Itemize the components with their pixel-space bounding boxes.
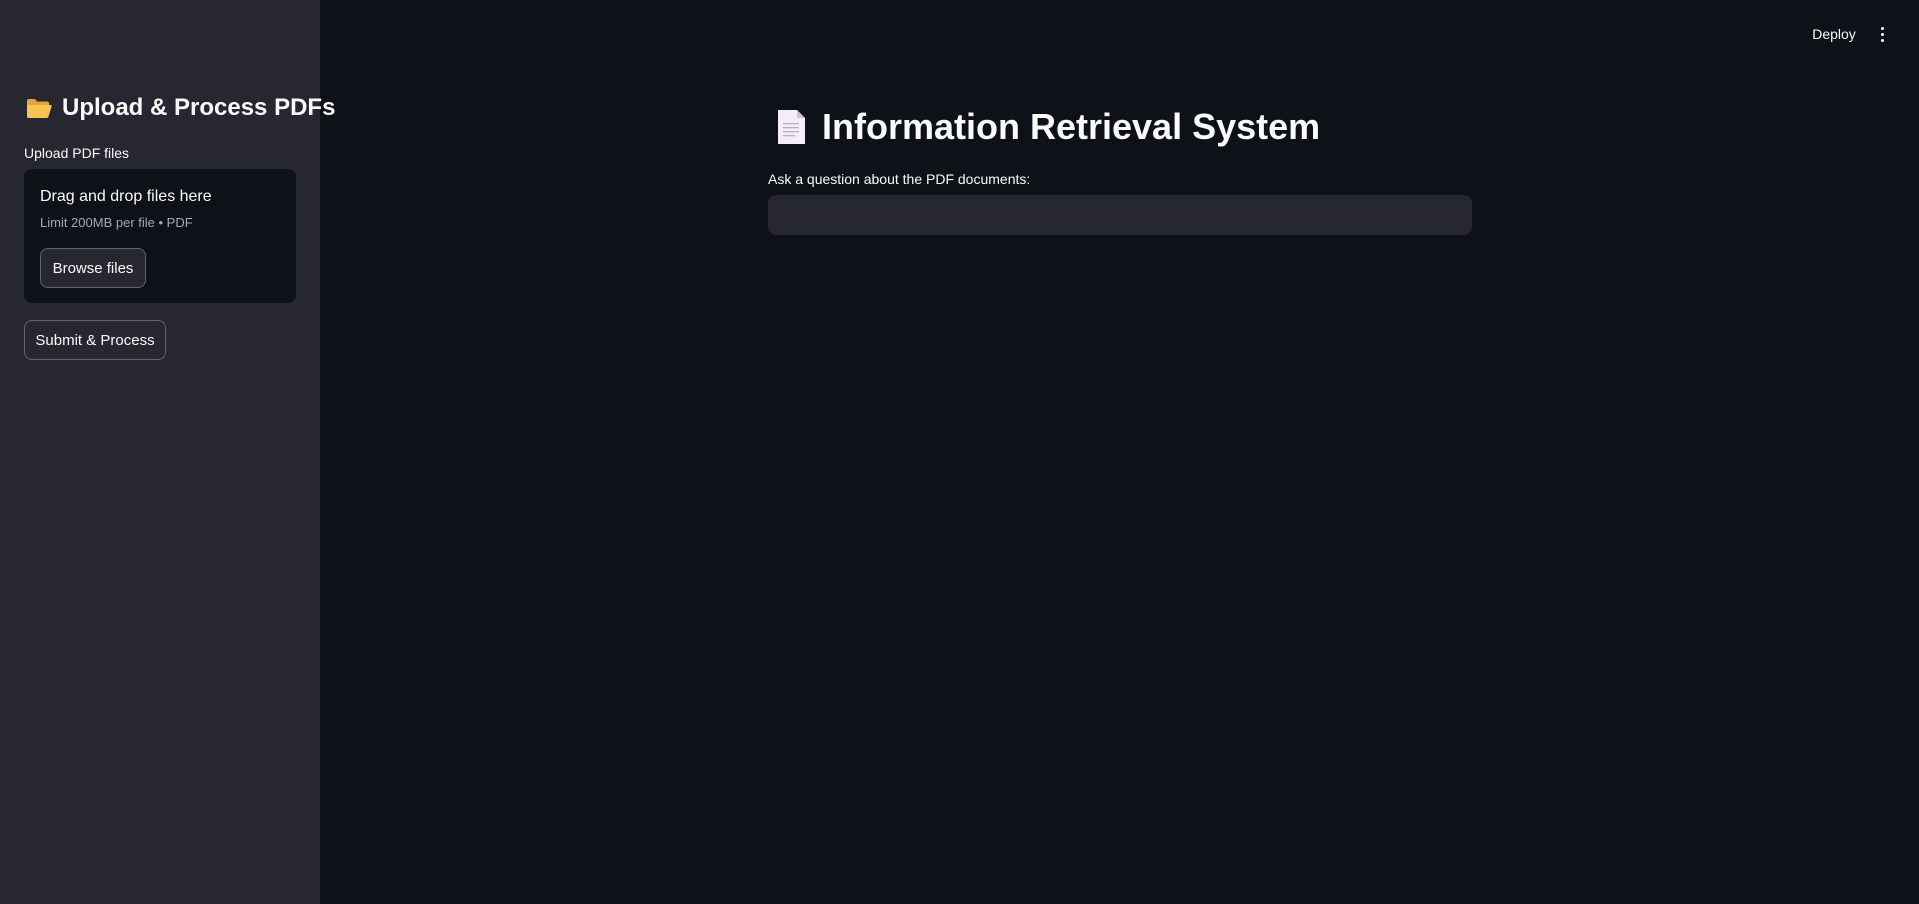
question-label: Ask a question about the PDF documents: <box>768 171 1031 187</box>
sidebar-title-text: Upload & Process PDFs <box>62 94 336 121</box>
upload-label: Upload PDF files <box>24 145 130 161</box>
question-input[interactable] <box>768 195 1472 235</box>
deploy-button[interactable]: Deploy <box>1800 22 1868 46</box>
app-root: Upload & Process PDFs Upload PDF files D… <box>0 0 1919 904</box>
document-icon <box>776 109 806 145</box>
submit-process-button[interactable]: Submit & Process <box>24 320 166 360</box>
page-title-text: Information Retrieval System <box>822 106 1321 147</box>
dropzone-title: Drag and drop files here <box>40 188 212 205</box>
sidebar: Upload & Process PDFs Upload PDF files D… <box>0 0 335 904</box>
page-title: Information Retrieval System <box>776 106 1320 148</box>
file-dropzone[interactable]: Drag and drop files here Limit 200MB per… <box>24 169 296 303</box>
sidebar-title: Upload & Process PDFs <box>26 94 335 122</box>
folder-icon <box>26 97 52 119</box>
kebab-menu-icon[interactable] <box>1872 22 1892 46</box>
dropzone-limit: Limit 200MB per file • PDF <box>40 215 193 230</box>
browse-files-button[interactable]: Browse files <box>40 248 146 288</box>
